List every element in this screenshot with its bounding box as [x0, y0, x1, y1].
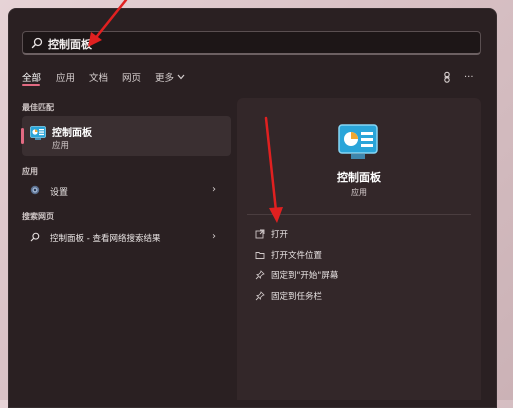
more-options-icon[interactable]: ··· — [464, 72, 474, 83]
control-panel-icon — [338, 124, 378, 159]
best-match-item[interactable]: 控制面板 应用 — [21, 116, 231, 156]
search-icon — [31, 37, 43, 49]
section-web-search: 搜索网页 — [22, 212, 54, 221]
search-input-value: 控制面板 — [48, 38, 92, 51]
best-match-subtitle: 应用 — [52, 141, 70, 151]
tab-apps[interactable]: 应用 — [56, 70, 75, 84]
active-tab-indicator — [22, 84, 40, 86]
tab-documents[interactable]: 文档 — [89, 70, 108, 84]
chevron-down-icon — [177, 74, 185, 80]
search-icon — [30, 232, 40, 242]
control-panel-icon — [30, 126, 46, 140]
pin-icon — [255, 291, 265, 301]
account-switch-icon[interactable] — [441, 71, 453, 83]
section-best-match: 最佳匹配 — [22, 103, 54, 112]
action-label: 打开文件位置 — [271, 251, 323, 261]
action-label: 打开 — [271, 230, 289, 240]
divider — [247, 214, 471, 215]
chevron-right-icon: › — [212, 231, 216, 242]
folder-icon — [255, 252, 265, 259]
web-search-label: 控制面板 - 查看网络搜索结果 — [50, 234, 161, 244]
tab-all[interactable]: 全部 — [22, 70, 41, 84]
details-panel: 控制面板 应用 打开 打开文件位置 固定到"开始"屏幕 固定到任务栏 — [237, 98, 481, 400]
tab-web[interactable]: 网页 — [122, 70, 141, 84]
action-label: 固定到"开始"屏幕 — [271, 271, 339, 281]
open-external-icon — [255, 229, 265, 239]
chevron-right-icon: › — [212, 184, 216, 195]
selection-accent — [21, 128, 24, 144]
tab-more[interactable]: 更多 — [155, 70, 174, 84]
details-title: 控制面板 — [337, 171, 381, 184]
gear-icon — [30, 185, 40, 195]
section-apps: 应用 — [22, 167, 38, 176]
pin-icon — [255, 270, 265, 280]
best-match-title: 控制面板 — [52, 128, 92, 139]
action-label: 固定到任务栏 — [271, 292, 323, 302]
app-item-label: 设置 — [50, 188, 69, 198]
details-subtitle: 应用 — [351, 188, 367, 197]
search-input[interactable]: 控制面板 — [22, 31, 481, 55]
